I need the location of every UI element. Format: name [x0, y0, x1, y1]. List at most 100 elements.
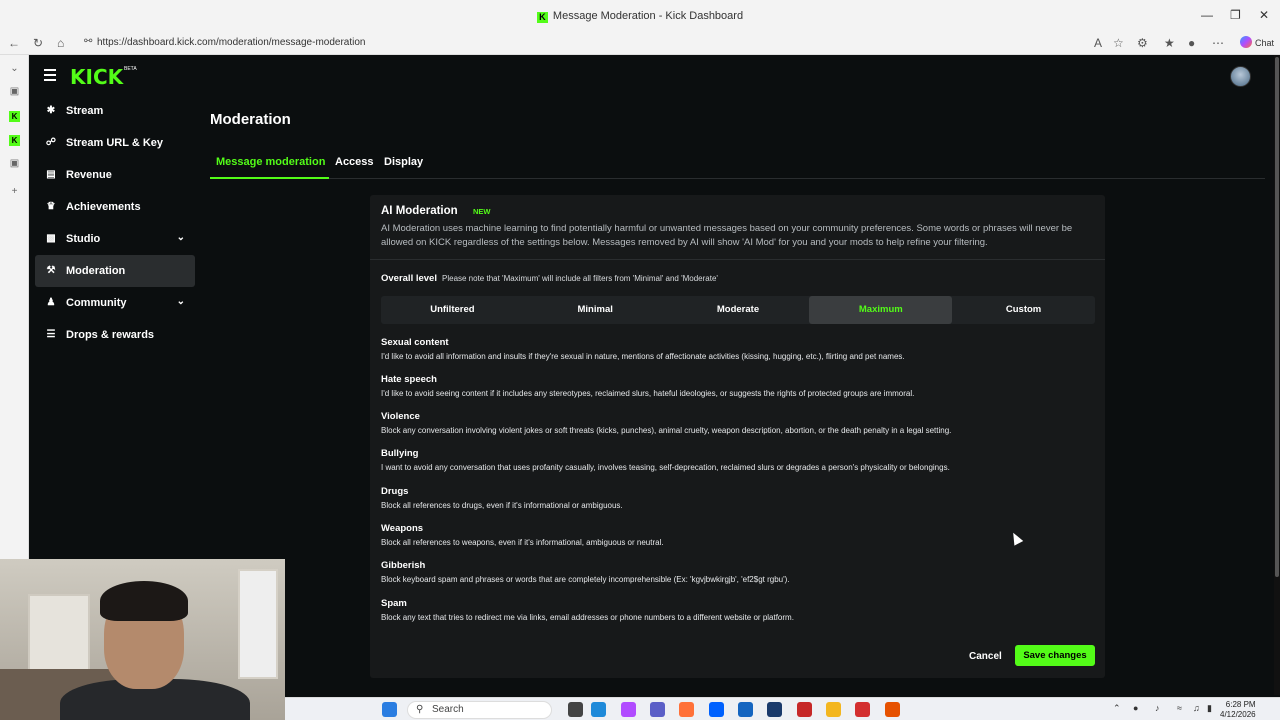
category-description: Block all references to weapons, even if…	[381, 538, 664, 547]
sidebar-item-label: Revenue	[66, 169, 112, 181]
copilot-chat-button[interactable]: Chat	[1240, 36, 1274, 48]
category-title: Weapons	[381, 523, 424, 534]
taskbar-search-input[interactable]: ⚲ Search	[407, 701, 552, 719]
lock-icon[interactable]: ⚯	[84, 36, 92, 47]
copilot-icon	[1240, 36, 1252, 48]
back-icon[interactable]: ←	[8, 36, 20, 50]
chevron-down-icon[interactable]: ⌄	[177, 232, 185, 243]
page-scrollbar[interactable]	[1274, 55, 1280, 695]
active-tab-indicator	[210, 177, 329, 179]
scrollbar-thumb[interactable]	[1275, 57, 1279, 577]
sidebar-item-community[interactable]: ♟ Community ⌄	[35, 287, 195, 319]
moderation-tabs: Message moderation Access Display	[210, 149, 1265, 179]
tray-app-icon[interactable]: ●	[1133, 703, 1138, 713]
divider	[370, 259, 1105, 260]
tab-message-moderation[interactable]: Message moderation	[216, 156, 325, 168]
teams-icon[interactable]	[650, 702, 665, 717]
category-description: Block any conversation involving violent…	[381, 426, 952, 435]
firefox-icon[interactable]	[679, 702, 694, 717]
avatar[interactable]	[1230, 66, 1251, 87]
beta-badge: BETA	[124, 66, 137, 72]
sidebar-item-revenue[interactable]: ▤ Revenue	[35, 159, 195, 191]
category-title: Drugs	[381, 486, 409, 497]
extensions-icon[interactable]: ⚙	[1137, 36, 1148, 50]
monitor-icon: ▩	[46, 233, 56, 244]
trophy-icon: ♛	[46, 201, 56, 212]
app-icon[interactable]	[855, 702, 870, 717]
battery-icon[interactable]: ▮	[1207, 703, 1212, 714]
category-bullying: Bullying I want to avoid any conversatio…	[381, 448, 1096, 472]
volume-icon[interactable]: ♫	[1193, 703, 1200, 713]
overall-level-label: Overall level	[381, 273, 437, 284]
ai-moderation-card: AI Moderation NEW AI Moderation uses mac…	[370, 195, 1105, 678]
read-aloud-icon[interactable]: A	[1094, 36, 1102, 50]
level-selector: Unfiltered Minimal Moderate Maximum Cust…	[381, 296, 1095, 324]
category-hate-speech: Hate speech I'd like to avoid seeing con…	[381, 374, 1096, 398]
app-2-icon[interactable]	[885, 702, 900, 717]
level-custom-button[interactable]: Custom	[952, 296, 1095, 324]
category-title: Violence	[381, 411, 420, 422]
close-window-icon[interactable]: ✕	[1259, 8, 1269, 22]
url-field[interactable]: https://dashboard.kick.com/moderation/me…	[97, 37, 365, 48]
category-title: Hate speech	[381, 374, 437, 385]
tab-page-2-icon[interactable]: ▣	[9, 158, 20, 169]
hamburger-menu-icon[interactable]	[44, 69, 56, 84]
clock[interactable]: 6:28 PM 4/12/2026	[1220, 700, 1256, 720]
home-icon[interactable]: ⌂	[57, 36, 64, 50]
task-view-icon[interactable]	[568, 702, 583, 717]
browser-title-bar: K Message Moderation - Kick Dashboard — ❐…	[0, 0, 1280, 33]
more-menu-icon[interactable]: ⋯	[1212, 36, 1224, 50]
category-violence: Violence Block any conversation involvin…	[381, 411, 1096, 435]
store-icon[interactable]	[738, 702, 753, 717]
sidebar-item-moderation[interactable]: ⚒ Moderation	[35, 255, 195, 287]
cancel-button[interactable]: Cancel	[969, 651, 1002, 662]
tab-access[interactable]: Access	[335, 156, 374, 168]
level-moderate-button[interactable]: Moderate	[667, 296, 810, 324]
kick-logo[interactable]: KICK	[70, 65, 123, 89]
minimize-icon[interactable]: —	[1201, 8, 1213, 22]
sidebar-item-label: Stream URL & Key	[66, 137, 163, 149]
sidebar-item-achievements[interactable]: ♛ Achievements	[35, 191, 195, 223]
tab-display[interactable]: Display	[384, 156, 423, 168]
dropbox-icon[interactable]	[709, 702, 724, 717]
category-weapons: Weapons Block all references to weapons,…	[381, 523, 1096, 547]
sidebar-item-studio[interactable]: ▩ Studio ⌄	[35, 223, 195, 255]
category-description: Block keyboard spam and phrases or words…	[381, 575, 790, 584]
clock-time: 6:28 PM	[1225, 700, 1256, 709]
tray-chevron-icon[interactable]: ⌃	[1113, 703, 1121, 714]
windows-start-icon[interactable]	[382, 702, 397, 717]
category-title: Bullying	[381, 448, 419, 459]
chevron-down-icon[interactable]: ⌄	[177, 296, 185, 307]
obs-icon[interactable]	[797, 702, 812, 717]
address-bar: ← ↻ ⌂ ⚯ https://dashboard.kick.com/moder…	[0, 33, 1280, 55]
category-description: I'd like to avoid seeing content if it i…	[381, 389, 915, 398]
sidebar-item-stream[interactable]: ✱ Stream	[35, 95, 195, 127]
kick-tab-icon[interactable]: K	[9, 111, 20, 122]
microphone-icon[interactable]: ♪	[1155, 703, 1160, 713]
new-tab-icon[interactable]: +	[9, 186, 20, 197]
vertical-tabs: ⌄ ▣ K K ▣ +	[0, 55, 29, 560]
favorite-star-icon[interactable]: ☆	[1113, 36, 1124, 50]
tab-actions-icon[interactable]: ⌄	[9, 63, 20, 74]
edge-icon[interactable]	[591, 702, 606, 717]
sidebar-item-label: Drops & rewards	[66, 329, 155, 341]
level-minimal-button[interactable]: Minimal	[524, 296, 667, 324]
maximize-icon[interactable]: ❐	[1230, 8, 1241, 22]
sidebar-item-stream-url-key[interactable]: ☍ Stream URL & Key	[35, 127, 195, 159]
category-description: I want to avoid any conversation that us…	[381, 463, 950, 472]
copilot-app-icon[interactable]	[621, 702, 636, 717]
profile-icon[interactable]: ●	[1188, 36, 1195, 50]
category-gibberish: Gibberish Block keyboard spam and phrase…	[381, 560, 1096, 584]
webcam-person-hair	[100, 581, 188, 621]
kick-tab-2-icon[interactable]: K	[9, 135, 20, 146]
sidebar-item-drops-rewards[interactable]: ☰ Drops & rewards	[35, 319, 195, 351]
wifi-icon[interactable]: ≈	[1177, 703, 1182, 713]
file-explorer-icon[interactable]	[826, 702, 841, 717]
refresh-icon[interactable]: ↻	[33, 36, 43, 50]
level-maximum-button[interactable]: Maximum	[809, 296, 953, 324]
tab-page-icon[interactable]: ▣	[9, 86, 20, 97]
save-changes-button[interactable]: Save changes	[1015, 645, 1095, 666]
favorites-icon[interactable]: ★	[1164, 36, 1175, 50]
photoshop-icon[interactable]	[767, 702, 782, 717]
level-unfiltered-button[interactable]: Unfiltered	[381, 296, 524, 324]
